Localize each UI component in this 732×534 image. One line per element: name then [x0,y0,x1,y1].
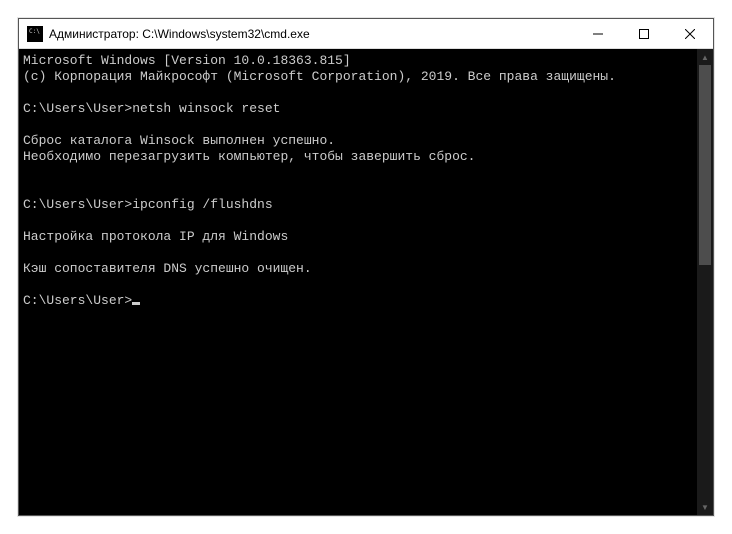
terminal-line [23,85,693,101]
minimize-button[interactable] [575,19,621,48]
terminal-line: (c) Корпорация Майкрософт (Microsoft Cor… [23,69,693,85]
maximize-icon [639,29,649,39]
close-button[interactable] [667,19,713,48]
terminal-line: Сброс каталога Winsock выполнен успешно. [23,133,693,149]
terminal-line [23,165,693,181]
terminal-line: C:\Users\User>netsh winsock reset [23,101,693,117]
cmd-icon [27,26,43,42]
terminal-output[interactable]: Microsoft Windows [Version 10.0.18363.81… [19,49,697,515]
terminal-line [23,117,693,133]
terminal-line [23,181,693,197]
window-controls [575,19,713,48]
maximize-button[interactable] [621,19,667,48]
window-title: Администратор: C:\Windows\system32\cmd.e… [49,27,575,41]
scrollbar-thumb[interactable] [699,65,711,265]
terminal-line: Необходимо перезагрузить компьютер, чтоб… [23,149,693,165]
terminal-line: Microsoft Windows [Version 10.0.18363.81… [23,53,693,69]
terminal-line: Настройка протокола IP для Windows [23,229,693,245]
scroll-up-icon[interactable]: ▲ [697,49,713,65]
scrollbar[interactable]: ▲ ▼ [697,49,713,515]
terminal-line: C:\Users\User>ipconfig /flushdns [23,197,693,213]
close-icon [685,29,695,39]
content-area: Microsoft Windows [Version 10.0.18363.81… [19,49,713,515]
cursor [132,302,140,305]
titlebar[interactable]: Администратор: C:\Windows\system32\cmd.e… [19,19,713,49]
terminal-line [23,245,693,261]
scroll-down-icon[interactable]: ▼ [697,499,713,515]
terminal-line: C:\Users\User> [23,293,693,309]
minimize-icon [593,29,603,39]
terminal-line: Кэш сопоставителя DNS успешно очищен. [23,261,693,277]
terminal-line [23,277,693,293]
cmd-window: Администратор: C:\Windows\system32\cmd.e… [18,18,714,516]
terminal-line [23,213,693,229]
